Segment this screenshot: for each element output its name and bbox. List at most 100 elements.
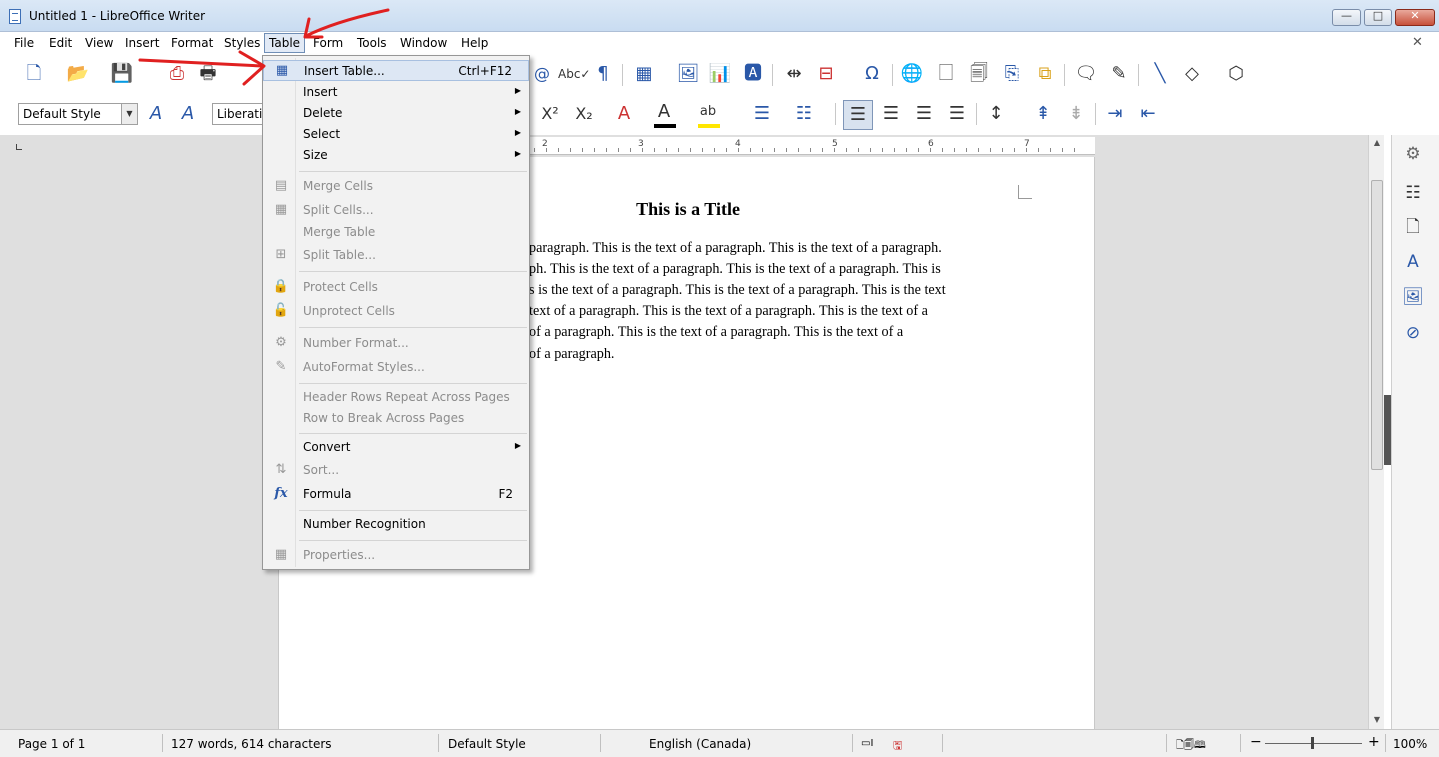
font-color-icon[interactable]: A [652, 100, 676, 124]
settings-gear-icon[interactable]: ⚙ [1401, 142, 1425, 166]
new-document-icon[interactable]: 🗋 [22, 62, 46, 86]
paragraph-line[interactable]: of a paragraph. This is the text of a pa… [529, 324, 903, 341]
insert-image-icon[interactable]: 🖼 [676, 62, 700, 86]
gallery-icon[interactable]: 🖼 [1401, 285, 1425, 309]
menu-unprotect-cells[interactable]: 🔓 Unprotect Cells [263, 301, 529, 322]
line-spacing-icon[interactable]: ↕ [984, 102, 1008, 126]
minimize-button[interactable]: — [1332, 9, 1361, 26]
scrollbar-thumb[interactable] [1371, 180, 1383, 470]
sidebar-collapse-handle[interactable] [1384, 395, 1391, 465]
vertical-scrollbar[interactable]: ▲ ▼ [1368, 135, 1384, 729]
menu-insert-submenu[interactable]: Insert ▶ [263, 82, 529, 103]
justify-icon[interactable]: ☰ [945, 102, 969, 126]
menu-insert[interactable]: Insert [125, 36, 159, 50]
autospellcheck-icon[interactable]: @ [530, 62, 554, 86]
footnote-icon[interactable]: 🗌 [934, 62, 958, 86]
menu-formula[interactable]: fx Formula F2 [263, 484, 529, 505]
menu-styles[interactable]: Styles [224, 36, 260, 50]
paragraph-line[interactable]: s is the text of a paragraph. This is th… [529, 282, 946, 299]
align-left-icon[interactable]: ☰ [843, 100, 873, 130]
menu-edit[interactable]: Edit [49, 36, 72, 50]
zoom-out-icon[interactable]: − [1250, 734, 1262, 750]
menu-file[interactable]: File [14, 36, 34, 50]
menu-size-submenu[interactable]: Size ▶ [263, 145, 529, 166]
insert-textbox-icon[interactable]: 🅰 [741, 62, 765, 86]
menu-view[interactable]: View [85, 36, 113, 50]
menu-format[interactable]: Format [171, 36, 213, 50]
unordered-list-icon[interactable]: ☰ [750, 102, 774, 126]
zoom-level[interactable]: 100% [1393, 737, 1427, 751]
paragraph-line[interactable]: of a paragraph. [529, 346, 614, 363]
menu-protect-cells[interactable]: 🔒 Protect Cells [263, 277, 529, 298]
cross-reference-icon[interactable]: ⧉ [1033, 62, 1057, 86]
menu-form[interactable]: Form [313, 36, 343, 50]
decrease-indent-icon[interactable]: ⇤ [1136, 102, 1160, 126]
document-title[interactable]: This is a Title [600, 199, 776, 220]
menu-convert-submenu[interactable]: Convert ▶ [263, 437, 529, 458]
basic-shapes-icon[interactable]: ◇ [1180, 62, 1204, 86]
page-break-icon[interactable]: ⇹ [782, 62, 806, 86]
spelling-icon[interactable]: Abc✓ [558, 62, 590, 86]
page-icon[interactable]: 🗋 [1401, 215, 1425, 239]
page-count[interactable]: Page 1 of 1 [18, 737, 85, 751]
insert-field-icon[interactable]: ⊟ [814, 62, 838, 86]
highlight-color-icon[interactable]: ab [696, 100, 720, 124]
increase-indent-icon[interactable]: ⇥ [1103, 102, 1127, 126]
decrease-paragraph-spacing-icon[interactable]: ⇟ [1064, 102, 1088, 126]
properties-icon[interactable]: ☷ [1401, 181, 1425, 205]
menu-merge-cells[interactable]: ▤ Merge Cells [263, 176, 529, 197]
menu-number-recognition[interactable]: Number Recognition [263, 514, 529, 535]
increase-paragraph-spacing-icon[interactable]: ⇞ [1031, 102, 1055, 126]
comment-icon[interactable]: 🗨 [1074, 62, 1098, 86]
insert-table-icon[interactable]: ▦ [632, 62, 656, 86]
paragraph-line[interactable]: paragraph. This is the text of a paragra… [529, 240, 942, 257]
close-document-icon[interactable]: ✕ [1412, 35, 1423, 50]
line-icon[interactable]: ╲ [1148, 62, 1172, 86]
insert-mode-icon[interactable]: ▭I [861, 738, 873, 749]
menu-insert-table[interactable]: ▦ Insert Table... Ctrl+F12 [263, 60, 529, 81]
view-layout-icon[interactable]: 🗋🗐🕮 [1176, 738, 1206, 755]
subscript-icon[interactable]: X₂ [572, 102, 596, 126]
paragraph-style-combo[interactable]: Default Style ▼ [18, 103, 138, 125]
menu-row-break[interactable]: Row to Break Across Pages [263, 408, 529, 429]
menu-autoformat-styles[interactable]: ✎ AutoFormat Styles... [263, 357, 529, 378]
scroll-down-icon[interactable]: ▼ [1369, 715, 1385, 724]
menu-window[interactable]: Window [400, 36, 447, 50]
endnote-icon[interactable]: 🗐 [967, 62, 991, 86]
save-icon[interactable]: 💾 [110, 62, 134, 86]
word-count[interactable]: 127 words, 614 characters [171, 737, 332, 751]
special-character-icon[interactable]: Ω [860, 62, 884, 86]
insert-chart-icon[interactable]: 📊 [708, 62, 732, 86]
bookmark-icon[interactable]: ⎘ [1000, 62, 1024, 86]
chevron-down-icon[interactable]: ▼ [121, 104, 137, 124]
menu-table[interactable]: Table [264, 33, 306, 53]
menu-table-properties[interactable]: ▦ Properties... [263, 545, 529, 566]
open-folder-icon[interactable]: 📂 [66, 62, 90, 86]
draw-functions-icon[interactable]: ⬡ [1224, 62, 1248, 86]
zoom-in-icon[interactable]: + [1368, 734, 1380, 750]
formatting-marks-icon[interactable]: ¶ [591, 62, 615, 86]
navigator-icon[interactable]: ⊘ [1401, 321, 1425, 345]
update-style-icon[interactable]: A [144, 102, 168, 126]
align-right-icon[interactable]: ☰ [912, 102, 936, 126]
language[interactable]: English (Canada) [649, 737, 751, 751]
document-modified-icon[interactable]: 🖫 [893, 737, 902, 756]
zoom-slider-handle[interactable] [1311, 737, 1314, 749]
menu-tools[interactable]: Tools [357, 36, 387, 50]
track-changes-icon[interactable]: ✎ [1107, 62, 1131, 86]
close-button[interactable]: ✕ [1395, 9, 1435, 26]
paragraph-line[interactable]: ph. This is the text of a paragraph. Thi… [529, 261, 941, 278]
new-style-icon[interactable]: A [176, 102, 200, 126]
scroll-up-icon[interactable]: ▲ [1369, 138, 1385, 147]
styles-icon[interactable]: A [1401, 250, 1425, 274]
menu-number-format[interactable]: ⚙ Number Format... [263, 333, 529, 354]
menu-split-table[interactable]: ⊞ Split Table... [263, 245, 529, 266]
menu-sort[interactable]: ⇅ Sort... [263, 460, 529, 481]
menu-split-cells[interactable]: ▦ Split Cells... [263, 200, 529, 221]
menu-help[interactable]: Help [461, 36, 488, 50]
menu-delete-submenu[interactable]: Delete ▶ [263, 103, 529, 124]
paragraph-line[interactable]: text of a paragraph. This is the text of… [529, 303, 928, 320]
menu-header-rows-repeat[interactable]: Header Rows Repeat Across Pages [263, 387, 529, 408]
print-icon[interactable]: 🖶 [196, 62, 220, 86]
align-center-icon[interactable]: ☰ [879, 102, 903, 126]
